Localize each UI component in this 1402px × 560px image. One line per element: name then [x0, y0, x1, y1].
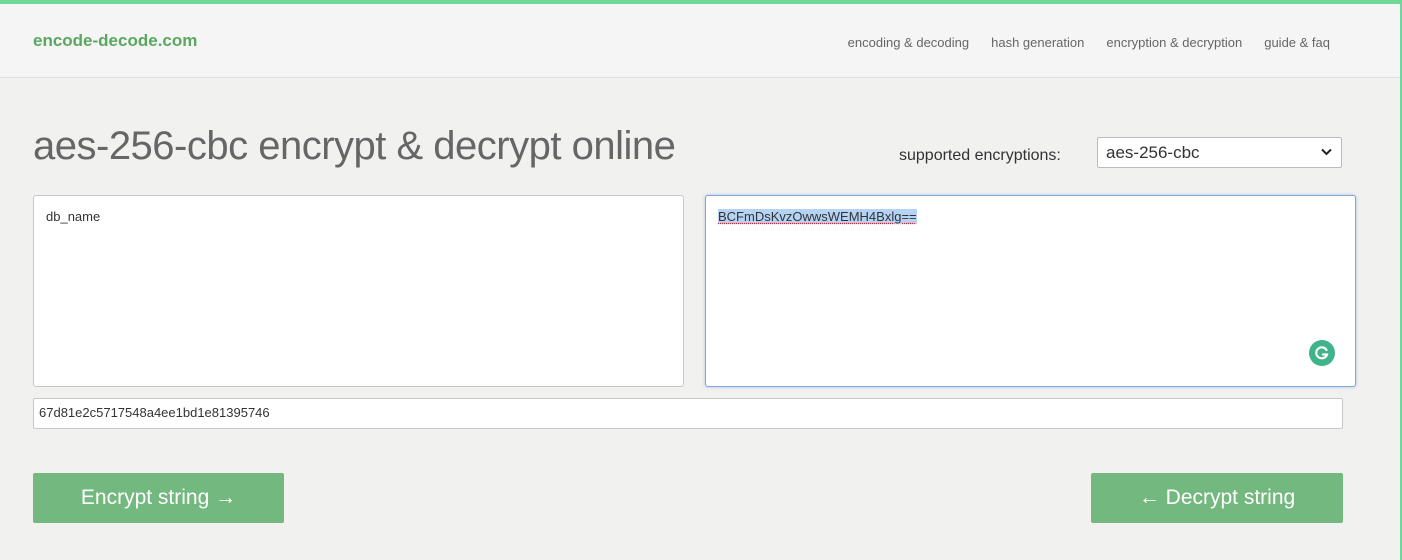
site-logo[interactable]: encode-decode.com — [33, 31, 197, 51]
grammarly-icon[interactable] — [1309, 340, 1335, 366]
ciphertext-value: BCFmDsKvzOwwsWEMH4Bxlg== — [718, 209, 917, 224]
chevron-down-icon — [1321, 145, 1332, 159]
ciphertext-output[interactable]: BCFmDsKvzOwwsWEMH4Bxlg== — [705, 195, 1356, 387]
nav-encoding-decoding[interactable]: encoding & decoding — [848, 35, 969, 50]
encryption-select[interactable]: aes-256-cbc — [1097, 137, 1342, 168]
main-nav: encoding & decoding hash generation encr… — [848, 35, 1330, 50]
plaintext-input[interactable]: db_name — [33, 195, 684, 387]
plaintext-value: db_name — [46, 209, 101, 224]
secret-key-value: 67d81e2c5717548a4ee1bd1e81395746 — [39, 405, 270, 420]
secret-key-input[interactable]: 67d81e2c5717548a4ee1bd1e81395746 — [33, 398, 1343, 429]
decrypt-button[interactable]: ← Decrypt string — [1091, 473, 1343, 523]
site-header: encode-decode.com encoding & decoding ha… — [0, 4, 1400, 78]
nav-encryption-decryption[interactable]: encryption & decryption — [1106, 35, 1242, 50]
page-title: aes-256-cbc encrypt & decrypt online — [33, 124, 676, 168]
encrypt-button[interactable]: Encrypt string → — [33, 473, 284, 523]
encryption-select-label: supported encryptions: — [899, 147, 1061, 164]
encryption-select-value: aes-256-cbc — [1106, 143, 1200, 162]
nav-guide-faq[interactable]: guide & faq — [1264, 35, 1330, 50]
nav-hash-generation[interactable]: hash generation — [991, 35, 1084, 50]
